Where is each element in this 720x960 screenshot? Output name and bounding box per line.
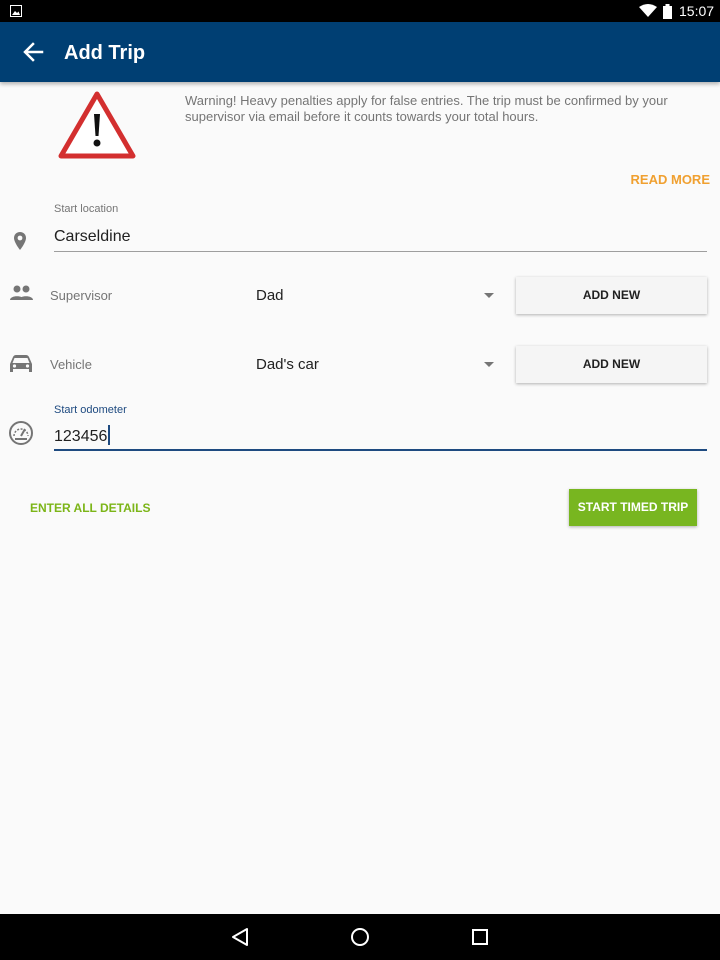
enter-all-details-button[interactable]: ENTER ALL DETAILS [30, 500, 150, 516]
car-icon [10, 355, 32, 372]
nav-back-icon[interactable] [229, 926, 251, 948]
start-odometer-label: Start odometer [54, 404, 127, 416]
nav-home-icon[interactable] [349, 926, 371, 948]
nav-recents-icon[interactable] [469, 926, 491, 948]
start-location-input[interactable]: Carseldine [54, 222, 707, 252]
wifi-icon [639, 4, 657, 17]
add-supervisor-button[interactable]: ADD NEW [516, 277, 707, 314]
start-timed-trip-button[interactable]: START TIMED TRIP [569, 489, 697, 526]
vehicle-label: Vehicle [50, 357, 92, 372]
warning-triangle-icon [58, 91, 136, 159]
warning-text: Warning! Heavy penalties apply for false… [185, 93, 668, 124]
start-location-label: Start location [54, 203, 119, 215]
text-cursor [108, 425, 111, 445]
page-title: Add Trip [64, 42, 146, 64]
back-arrow-icon[interactable] [20, 40, 46, 64]
supervisor-dropdown[interactable]: Dad [256, 287, 284, 305]
supervisor-chevron-down-icon[interactable] [484, 293, 494, 298]
status-time: 15:07 [679, 3, 715, 19]
add-vehicle-button[interactable]: ADD NEW [516, 346, 707, 383]
navigation-bar [0, 914, 720, 960]
start-odometer-input[interactable]: 123456 [54, 421, 707, 451]
supervisor-label: Supervisor [50, 288, 113, 303]
read-more-link[interactable]: READ MORE [620, 172, 710, 188]
image-icon [10, 5, 22, 17]
battery-icon [663, 4, 672, 19]
vehicle-dropdown[interactable]: Dad's car [256, 356, 319, 374]
location-pin-icon [14, 232, 26, 250]
app-bar: Add Trip [0, 22, 720, 82]
vehicle-chevron-down-icon[interactable] [484, 362, 494, 367]
speedometer-icon [9, 421, 33, 445]
people-icon [10, 285, 33, 300]
status-bar: 15:07 [0, 0, 720, 22]
start-odometer-value: 123456 [54, 428, 108, 445]
